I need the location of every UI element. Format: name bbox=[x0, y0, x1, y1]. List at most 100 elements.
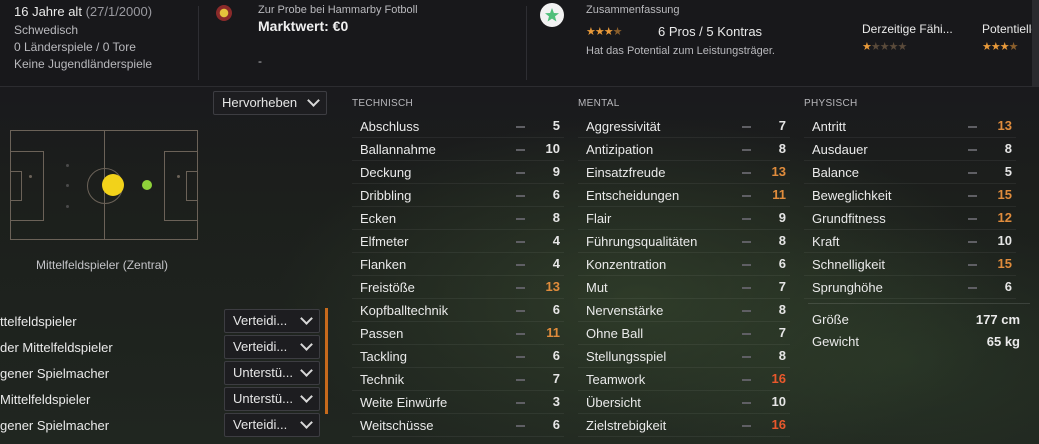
attribute-row[interactable]: Mut 7 bbox=[578, 276, 790, 299]
attribute-value: 6 bbox=[778, 256, 786, 271]
attribute-row[interactable]: Aggressivität 7 bbox=[578, 115, 790, 138]
attribute-row[interactable]: Sprunghöhe 6 bbox=[804, 276, 1016, 299]
attribute-row[interactable]: Konzentration 6 bbox=[578, 253, 790, 276]
chevron-down-icon bbox=[300, 312, 313, 325]
height-value: 177 cm bbox=[975, 312, 1020, 327]
attribute-row[interactable]: Kraft 10 bbox=[804, 230, 1016, 253]
attribute-row[interactable]: Tackling 6 bbox=[352, 345, 564, 368]
attribute-name: Abschluss bbox=[360, 119, 420, 134]
attribute-row[interactable]: Einsatzfreude 13 bbox=[578, 161, 790, 184]
summary-star-icon bbox=[540, 3, 564, 27]
trend-dash-icon bbox=[516, 264, 525, 266]
highlight-dropdown[interactable]: Hervorheben bbox=[213, 91, 327, 115]
attribute-row[interactable]: Flair 9 bbox=[578, 207, 790, 230]
technical-heading: TECHNISCH bbox=[352, 98, 414, 109]
duty-dropdown[interactable]: Verteidi... bbox=[224, 309, 320, 333]
trend-dash-icon bbox=[516, 379, 525, 381]
attribute-row[interactable]: Weitschüsse 6 bbox=[352, 414, 564, 437]
summary-text: Hat das Potential zum Leistungsträger. bbox=[586, 45, 775, 57]
attribute-name: Aggressivität bbox=[586, 119, 661, 134]
attribute-row[interactable]: Führungsqualitäten 8 bbox=[578, 230, 790, 253]
pros-cons[interactable]: 6 Pros / 5 Kontras bbox=[658, 24, 762, 39]
trend-dash-icon bbox=[742, 310, 751, 312]
attribute-row[interactable]: Weite Einwürfe 3 bbox=[352, 391, 564, 414]
duty-label: Verteidi... bbox=[233, 313, 288, 328]
attribute-row[interactable]: Balance 5 bbox=[804, 161, 1016, 184]
age-line: 16 Jahre alt (27/1/2000) bbox=[14, 4, 152, 19]
role-name[interactable]: gener Spielmacher bbox=[0, 418, 109, 433]
attribute-row[interactable]: Freistöße 13 bbox=[352, 276, 564, 299]
attribute-name: Einsatzfreude bbox=[586, 165, 666, 180]
attribute-row[interactable]: Zielstrebigkeit 16 bbox=[578, 414, 790, 437]
attribute-row[interactable]: Technik 7 bbox=[352, 368, 564, 391]
duty-dropdown[interactable]: Unterstü... bbox=[224, 361, 320, 385]
attribute-row[interactable]: Ecken 8 bbox=[352, 207, 564, 230]
pitch-diagram[interactable] bbox=[10, 130, 198, 240]
attribute-row[interactable]: Antritt 13 bbox=[804, 115, 1016, 138]
attribute-value: 11 bbox=[772, 187, 786, 202]
attribute-value: 11 bbox=[546, 325, 560, 340]
attribute-row[interactable]: Ohne Ball 7 bbox=[578, 322, 790, 345]
attribute-value: 7 bbox=[778, 279, 786, 294]
attribute-name: Nervenstärke bbox=[586, 303, 664, 318]
attribute-row[interactable]: Nervenstärke 8 bbox=[578, 299, 790, 322]
attribute-name: Technik bbox=[360, 372, 405, 387]
attribute-row[interactable]: Deckung 9 bbox=[352, 161, 564, 184]
duty-dropdown[interactable]: Verteidi... bbox=[224, 335, 320, 359]
left-goal-box bbox=[10, 171, 22, 201]
attribute-row[interactable]: Schnelligkeit 15 bbox=[804, 253, 1016, 276]
trend-dash-icon bbox=[742, 356, 751, 358]
attribute-row[interactable]: Passen 11 bbox=[352, 322, 564, 345]
attribute-name: Beweglichkeit bbox=[812, 188, 892, 203]
mental-heading: MENTAL bbox=[578, 98, 620, 109]
attribute-row[interactable]: Teamwork 16 bbox=[578, 368, 790, 391]
role-name[interactable]: der Mittelfeldspieler bbox=[0, 340, 113, 355]
attribute-name: Antritt bbox=[812, 119, 846, 134]
attribute-value: 9 bbox=[552, 164, 560, 179]
attribute-row[interactable]: Dribbling 6 bbox=[352, 184, 564, 207]
attribute-row[interactable]: Grundfitness 12 bbox=[804, 207, 1016, 230]
attribute-value: 9 bbox=[778, 210, 786, 225]
roles-scrollbar[interactable] bbox=[325, 308, 328, 414]
attribute-row[interactable]: Kopfballtechnik 6 bbox=[352, 299, 564, 322]
attribute-value: 13 bbox=[545, 279, 560, 294]
duty-label: Verteidi... bbox=[233, 417, 288, 432]
attribute-row[interactable]: Antizipation 8 bbox=[578, 138, 790, 161]
divider bbox=[198, 6, 199, 80]
attribute-value: 8 bbox=[778, 302, 786, 317]
potential-stars: ★★★★ bbox=[982, 41, 1018, 53]
duty-dropdown[interactable]: Verteidi... bbox=[224, 413, 320, 437]
attribute-value: 6 bbox=[1004, 279, 1012, 294]
age: 16 Jahre alt bbox=[14, 4, 82, 19]
trial-text[interactable]: Zur Probe bei Hammarby Fotboll bbox=[258, 4, 418, 16]
attribute-name: Dribbling bbox=[360, 188, 412, 203]
role-name[interactable]: ttelfeldspieler bbox=[0, 314, 77, 329]
current-ability-label: Derzeitige Fähi... bbox=[862, 22, 953, 36]
attribute-value: 5 bbox=[1004, 164, 1012, 179]
club-crest-icon[interactable] bbox=[216, 5, 232, 21]
duty-dropdown[interactable]: Unterstü... bbox=[224, 387, 320, 411]
attribute-row[interactable]: Ausdauer 8 bbox=[804, 138, 1016, 161]
position-label: Mittelfeldspieler (Zentral) bbox=[36, 258, 169, 272]
trend-dash-icon bbox=[968, 149, 977, 151]
attribute-row[interactable]: Abschluss 5 bbox=[352, 115, 564, 138]
caps: 0 Länderspiele / 0 Tore bbox=[14, 40, 136, 54]
trend-dash-icon bbox=[742, 425, 751, 427]
role-name[interactable]: Mittelfeldspieler bbox=[0, 392, 90, 407]
role-name[interactable]: gener Spielmacher bbox=[0, 366, 109, 381]
trend-dash-icon bbox=[742, 241, 751, 243]
attribute-row[interactable]: Beweglichkeit 15 bbox=[804, 184, 1016, 207]
trend-dash-icon bbox=[516, 425, 525, 427]
attribute-row[interactable]: Ballannahme 10 bbox=[352, 138, 564, 161]
trend-dash-icon bbox=[516, 218, 525, 220]
attribute-name: Führungsqualitäten bbox=[586, 234, 698, 249]
attribute-row[interactable]: Entscheidungen 11 bbox=[578, 184, 790, 207]
attribute-row[interactable]: Elfmeter 4 bbox=[352, 230, 564, 253]
attribute-row[interactable]: Übersicht 10 bbox=[578, 391, 790, 414]
attribute-row[interactable]: Stellungsspiel 8 bbox=[578, 345, 790, 368]
physical-heading: PHYSISCH bbox=[804, 98, 858, 109]
attribute-name: Sprunghöhe bbox=[812, 280, 883, 295]
attribute-row[interactable]: Flanken 4 bbox=[352, 253, 564, 276]
attribute-value: 6 bbox=[552, 302, 560, 317]
nationality[interactable]: Schwedisch bbox=[14, 23, 78, 37]
